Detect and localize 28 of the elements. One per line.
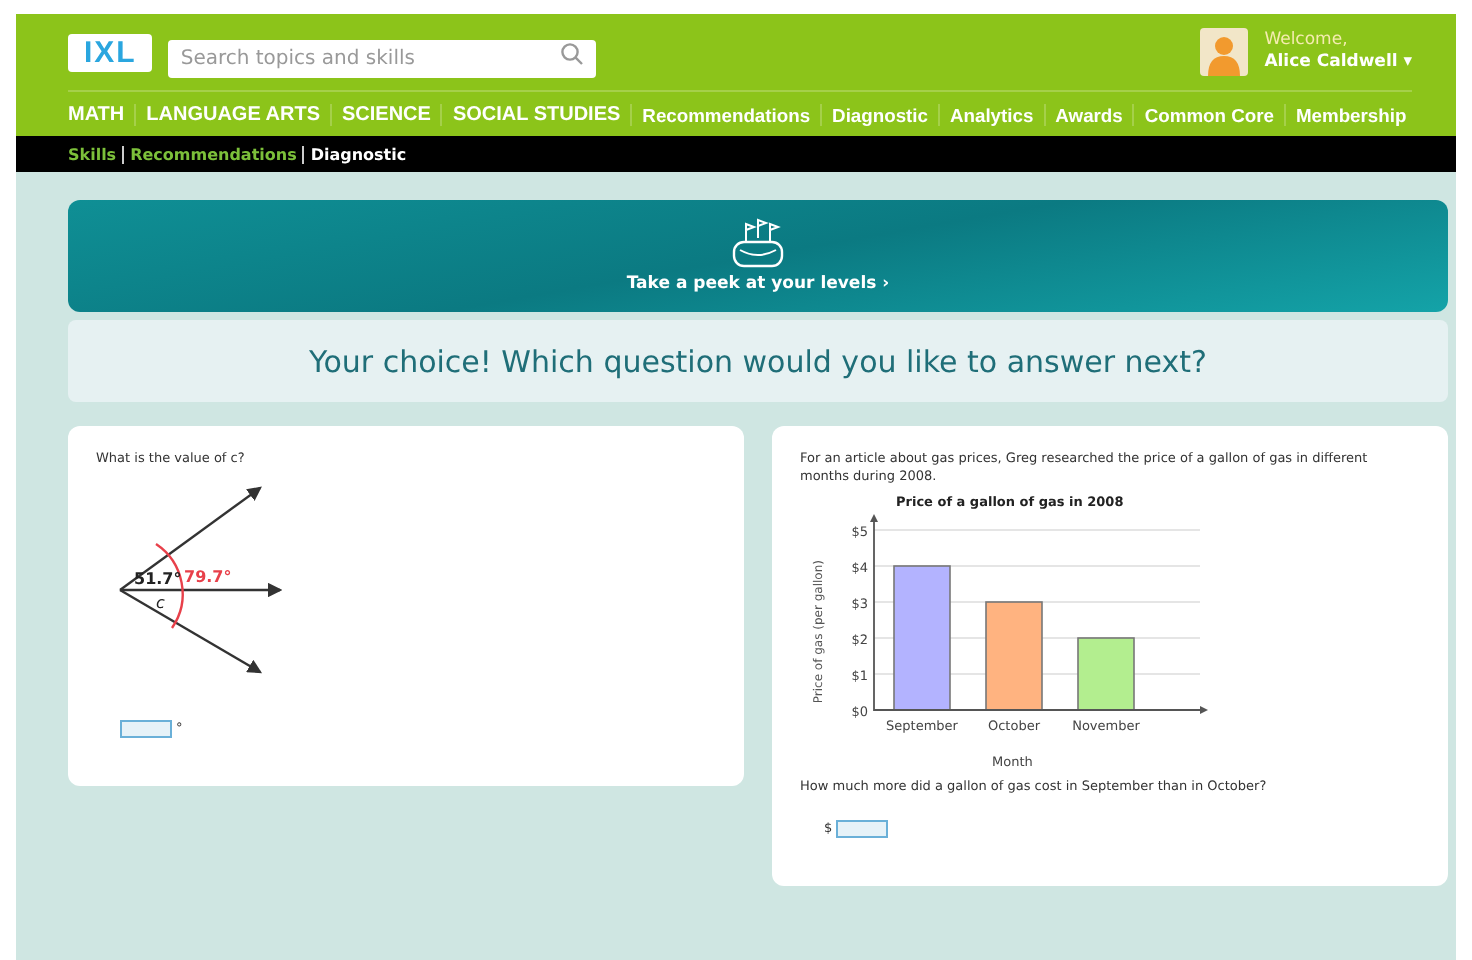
bar xyxy=(985,601,1043,711)
nav-link[interactable]: Common Core xyxy=(1132,103,1284,125)
answer-field[interactable] xyxy=(836,820,889,838)
prompt-heading: Your choice! Which question would you like to answer next? xyxy=(68,320,1448,402)
answer-field[interactable] xyxy=(120,720,172,738)
nav-link[interactable]: LANGUAGE ARTS xyxy=(134,103,330,125)
nav-link[interactable]: SOCIAL STUDIES xyxy=(440,103,631,125)
nav-link[interactable]: Membership xyxy=(1283,103,1417,125)
question-card[interactable] xyxy=(772,426,1448,886)
nav-link[interactable]: Awards xyxy=(1043,103,1133,125)
user-menu[interactable]: Alice Caldwell ▾ xyxy=(1264,52,1412,74)
levels-link[interactable]: Take a peek at your levels › xyxy=(626,274,890,294)
trophy-icon xyxy=(728,218,788,270)
breadcrumb-link[interactable]: Recommendations xyxy=(122,145,297,163)
nav-link[interactable]: Recommendations xyxy=(630,103,821,125)
nav-link[interactable]: Diagnostic xyxy=(820,103,938,125)
avatar-icon xyxy=(1200,28,1249,76)
welcome-text: Welcome, xyxy=(1264,30,1350,52)
nav-link[interactable]: MATH xyxy=(68,103,135,125)
logo[interactable]: IXL xyxy=(68,33,153,71)
nav-link[interactable]: Analytics xyxy=(937,103,1044,125)
search-field[interactable]: Search topics and skills xyxy=(168,39,597,77)
bar xyxy=(1077,637,1135,711)
angle-diagram: 51.7°79.7° c xyxy=(108,476,288,696)
breadcrumb-link[interactable]: Skills xyxy=(68,145,117,163)
breadcrumb-link[interactable]: Diagnostic xyxy=(302,145,407,163)
search-icon xyxy=(560,41,585,65)
nav-link[interactable]: SCIENCE xyxy=(330,103,441,125)
